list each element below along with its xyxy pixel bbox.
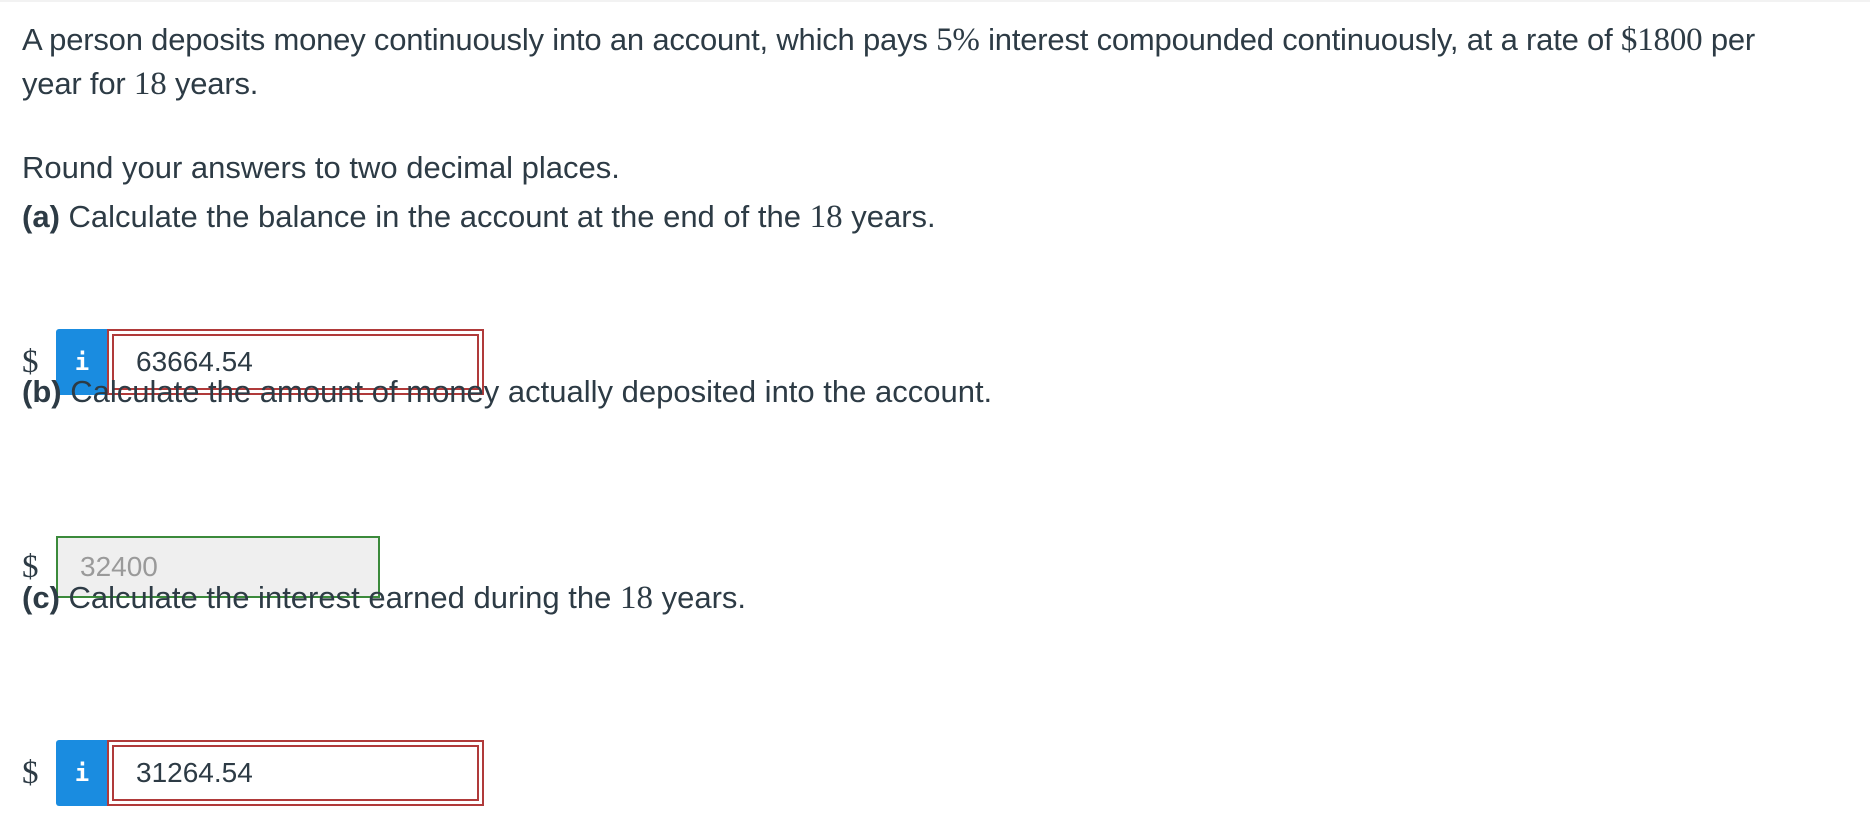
part-c-years: 18 bbox=[619, 580, 653, 616]
part-c-info-button[interactable]: i bbox=[56, 740, 108, 806]
part-a-question: (a) Calculate the balance in the account… bbox=[22, 195, 936, 239]
problem-text-4: year for bbox=[22, 66, 134, 101]
part-c-input-wrapper bbox=[107, 740, 484, 806]
part-b-label: (b) bbox=[22, 374, 62, 409]
part-b-question: (b) Calculate the amount of money actual… bbox=[22, 370, 992, 414]
problem-statement: A person deposits money continuously int… bbox=[22, 18, 1852, 106]
part-c-label: (c) bbox=[22, 580, 60, 615]
part-c-currency: $ bbox=[22, 754, 39, 791]
rounding-instructions: Round your answers to two decimal places… bbox=[22, 150, 620, 185]
part-c-question: (c) Calculate the interest earned during… bbox=[22, 576, 746, 620]
part-c-text-2: years. bbox=[652, 580, 746, 615]
part-a-text-2: years. bbox=[842, 199, 936, 234]
deposit-rate: $1800 bbox=[1620, 22, 1703, 58]
interest-rate: 5% bbox=[936, 22, 980, 58]
part-c-answer-input[interactable] bbox=[112, 745, 479, 801]
problem-text-2: interest compounded continuously, at a r… bbox=[979, 22, 1621, 57]
part-c-answer-row: $ i bbox=[22, 740, 484, 806]
info-icon: i bbox=[74, 759, 90, 787]
part-a-label: (a) bbox=[22, 199, 60, 234]
problem-text-1: A person deposits money continuously int… bbox=[22, 22, 937, 57]
top-divider bbox=[0, 0, 1870, 2]
part-b-text-1: Calculate the amount of money actually d… bbox=[61, 374, 993, 409]
problem-text-3: per bbox=[1702, 22, 1756, 57]
problem-text-5: years. bbox=[166, 66, 259, 101]
question-container: A person deposits money continuously int… bbox=[22, 18, 1852, 806]
part-a-text-1: Calculate the balance in the account at … bbox=[59, 199, 810, 234]
part-a-years: 18 bbox=[809, 199, 843, 235]
year-count: 18 bbox=[133, 66, 167, 102]
part-c-text-1: Calculate the interest earned during the bbox=[59, 580, 620, 615]
